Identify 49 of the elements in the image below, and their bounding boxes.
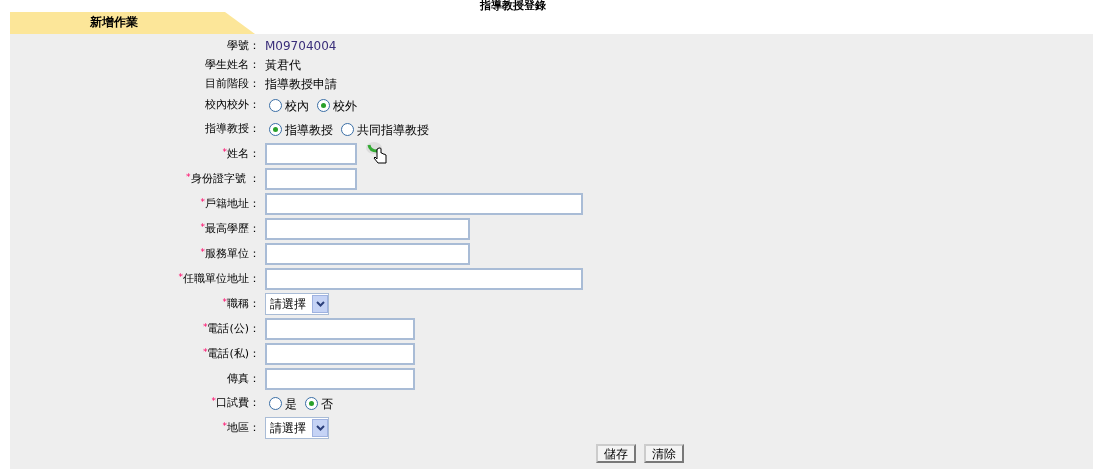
radio-button[interactable] (305, 397, 318, 410)
field-label: *職稱： (221, 295, 261, 312)
input-field[interactable] (265, 193, 583, 215)
field-label: *戶籍地址： (199, 195, 261, 212)
select-dropdown[interactable]: 請選擇 (265, 417, 329, 439)
tab[interactable]: 新增作業 (10, 12, 255, 34)
radio-button[interactable] (341, 123, 354, 136)
input-field[interactable] (265, 318, 415, 340)
field-label: *電話(私)： (201, 345, 261, 362)
field-label: 學號： (226, 37, 261, 54)
input-field[interactable] (265, 343, 415, 365)
radio-label: 否 (321, 395, 333, 413)
field-value: M09704004 (265, 38, 337, 55)
form-button[interactable]: 清除 (644, 444, 684, 463)
input-field[interactable] (265, 268, 583, 290)
field-label: *地區： (221, 419, 261, 436)
input-field[interactable] (265, 143, 357, 165)
radio-button[interactable] (269, 397, 282, 410)
field-label: 目前階段： (204, 75, 261, 92)
radio-label: 共同指導教授 (357, 121, 429, 139)
radio-label: 校外 (333, 97, 357, 115)
field-label: 傳真： (226, 370, 261, 387)
field-value: 指導教授申請 (265, 76, 337, 93)
radio-label: 是 (285, 395, 297, 413)
field-label: 指導教授： (204, 121, 261, 138)
field-label: *服務單位： (199, 245, 261, 262)
form-button[interactable]: 儲存 (596, 444, 636, 463)
radio-button[interactable] (317, 99, 330, 112)
field-value: 黃君代 (265, 57, 301, 74)
radio-button[interactable] (269, 99, 282, 112)
select-dropdown[interactable]: 請選擇 (265, 293, 329, 315)
field-label: *身份證字號 ： (185, 170, 261, 187)
radio-button[interactable] (269, 123, 282, 136)
field-label: *電話(公)： (201, 320, 261, 337)
field-label: 校內校外： (204, 97, 261, 114)
page-title: 指導教授登錄 (480, 0, 547, 12)
input-field[interactable] (265, 368, 415, 390)
field-label: *姓名： (221, 145, 261, 162)
chevron-down-icon (315, 301, 325, 307)
radio-label: 校內 (285, 97, 309, 115)
field-label: *任職單位地址： (177, 270, 261, 287)
input-field[interactable] (265, 168, 357, 190)
input-field[interactable] (265, 243, 470, 265)
field-label: 學生姓名： (204, 56, 261, 73)
field-label: *口試費： (210, 395, 261, 412)
input-field[interactable] (265, 218, 470, 240)
chevron-down-icon (315, 425, 325, 431)
field-label: *最高學歷： (199, 220, 261, 237)
radio-label: 指導教授 (285, 121, 333, 139)
